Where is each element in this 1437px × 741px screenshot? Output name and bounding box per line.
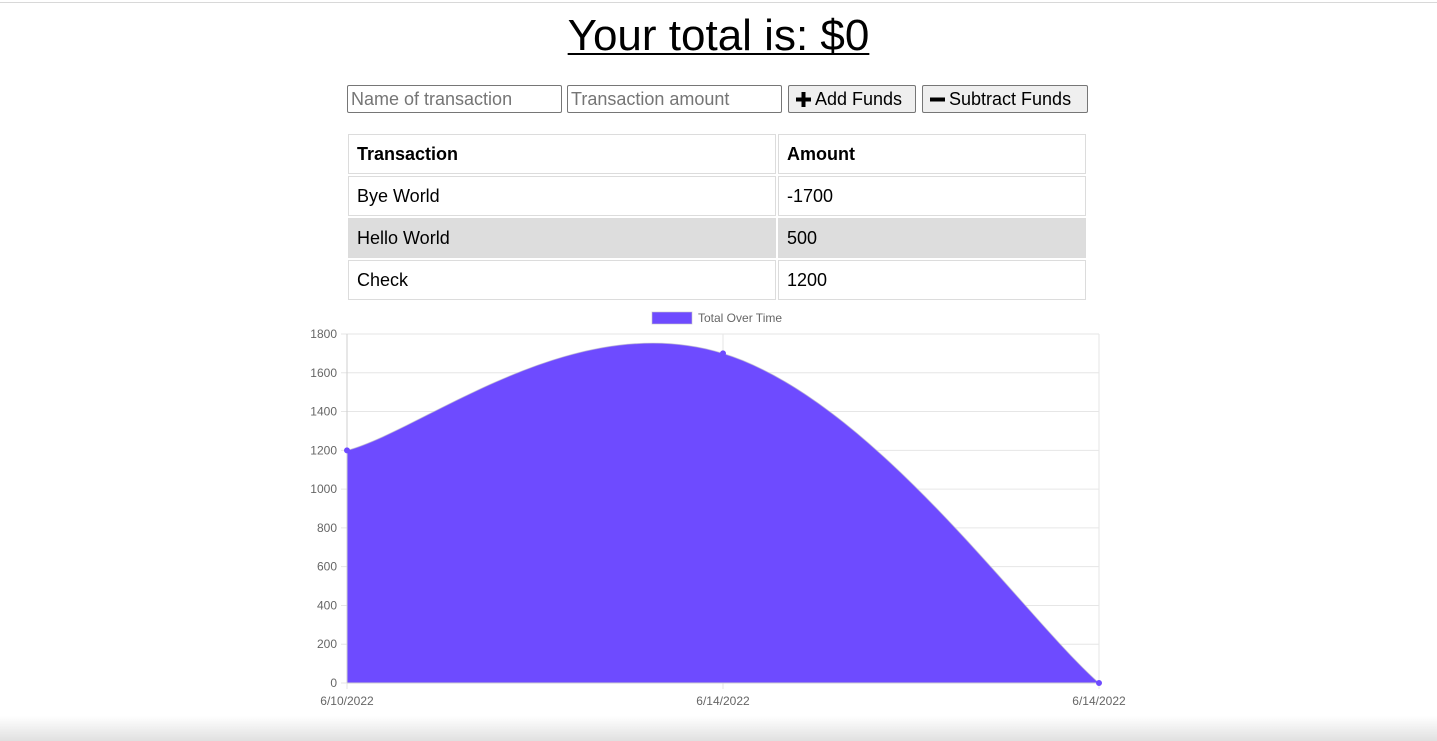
add-funds-button[interactable]: Add Funds bbox=[788, 85, 916, 113]
table-header-row: Transaction Amount bbox=[348, 134, 1086, 174]
transaction-amount-cell: -1700 bbox=[778, 176, 1086, 216]
minus-icon bbox=[930, 92, 949, 107]
transactions-table: Transaction Amount Bye World -1700 Hello… bbox=[346, 132, 1088, 302]
legend-label: Total Over Time bbox=[698, 311, 782, 325]
y-tick-label: 1600 bbox=[310, 366, 337, 380]
plus-icon bbox=[796, 91, 815, 107]
transaction-name-input[interactable] bbox=[347, 85, 562, 113]
legend-swatch bbox=[651, 311, 693, 325]
transaction-name-cell: Bye World bbox=[348, 176, 776, 216]
y-tick-label: 0 bbox=[330, 676, 337, 690]
table-row: Check 1200 bbox=[348, 260, 1086, 300]
transaction-name-cell: Check bbox=[348, 260, 776, 300]
y-tick-label: 1000 bbox=[310, 482, 337, 496]
chart-canvas: 0 200 400 600 800 1000 1200 1400 1600 1800 6/10/20… bbox=[310, 311, 1126, 708]
x-tick-label: 6/14/2022 bbox=[696, 694, 750, 708]
column-header-amount: Amount bbox=[778, 134, 1086, 174]
y-tick-label: 800 bbox=[317, 521, 337, 535]
y-tick-label: 1400 bbox=[310, 405, 337, 419]
y-tick-label: 400 bbox=[317, 598, 337, 612]
transaction-amount-input[interactable] bbox=[567, 85, 782, 113]
transaction-amount-cell: 1200 bbox=[778, 260, 1086, 300]
y-tick-label: 1800 bbox=[310, 327, 337, 341]
add-funds-label: Add Funds bbox=[815, 88, 903, 109]
x-tick-label: 6/10/2022 bbox=[320, 694, 374, 708]
bottom-shadow bbox=[0, 716, 1437, 741]
y-tick-label: 600 bbox=[317, 560, 337, 574]
total-over-time-chart: 0 200 400 600 800 1000 1200 1400 1600 1800 6/10/20… bbox=[0, 305, 1437, 715]
transaction-amount-cell: 500 bbox=[778, 218, 1086, 258]
subtract-funds-button[interactable]: Subtract Funds bbox=[922, 85, 1088, 113]
transaction-form: Add Funds Subtract Funds bbox=[347, 85, 1088, 113]
data-point bbox=[720, 350, 726, 357]
page-title: Your total is: $0 bbox=[567, 11, 870, 60]
transaction-name-cell: Hello World bbox=[348, 218, 776, 258]
data-point bbox=[1096, 680, 1102, 686]
table-row: Hello World 500 bbox=[348, 218, 1086, 258]
table-row: Bye World -1700 bbox=[348, 176, 1086, 216]
x-tick-label: 6/14/2022 bbox=[1072, 694, 1126, 708]
series-area bbox=[347, 343, 1099, 683]
y-tick-label: 1200 bbox=[310, 443, 337, 457]
subtract-funds-label: Subtract Funds bbox=[949, 88, 1072, 109]
y-tick-label: 200 bbox=[317, 637, 337, 651]
data-point bbox=[344, 447, 350, 454]
top-border bbox=[0, 2, 1437, 3]
column-header-transaction: Transaction bbox=[348, 134, 776, 174]
